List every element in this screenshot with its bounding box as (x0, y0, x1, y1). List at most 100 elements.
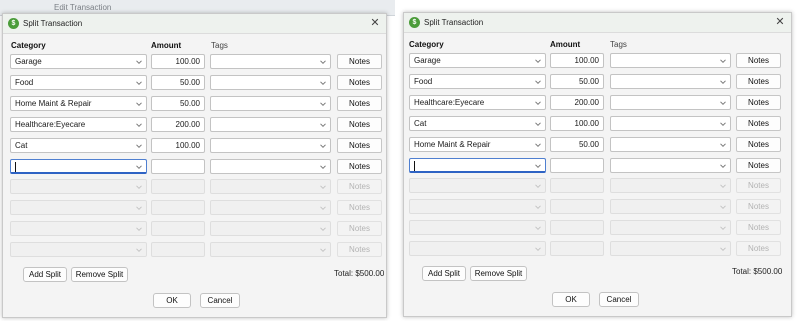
tags-dropdown[interactable] (210, 117, 331, 132)
amount-field[interactable]: 50.00 (550, 137, 604, 152)
tags-dropdown[interactable] (610, 53, 731, 68)
amount-value: 100.00 (175, 141, 200, 150)
remove-split-button[interactable]: Remove Split (470, 266, 527, 281)
background-window-title: Edit Transaction (54, 3, 112, 12)
tags-dropdown[interactable] (210, 159, 331, 174)
notes-button[interactable]: Notes (337, 96, 382, 111)
cancel-button[interactable]: Cancel (599, 292, 639, 307)
remove-split-button[interactable]: Remove Split (71, 267, 128, 282)
tags-dropdown[interactable] (210, 54, 331, 69)
category-value: Healthcare:Eyecare (414, 98, 485, 107)
split-row: Cat 100.00 Notes (404, 116, 791, 132)
category-header: Category (11, 41, 46, 50)
tags-dropdown[interactable] (610, 95, 731, 110)
notes-button[interactable]: Notes (337, 159, 382, 174)
category-dropdown[interactable]: Home Maint & Repair (10, 96, 147, 111)
notes-button[interactable]: Notes (736, 158, 781, 173)
chevron-down-icon (719, 224, 727, 232)
tags-dropdown[interactable] (210, 96, 331, 111)
category-dropdown[interactable] (10, 159, 147, 174)
amount-field[interactable]: 100.00 (151, 54, 205, 69)
chevron-down-icon (534, 78, 542, 86)
category-dropdown[interactable]: Garage (409, 53, 546, 68)
chevron-down-icon (135, 225, 143, 233)
amount-field[interactable]: 100.00 (550, 53, 604, 68)
tags-dropdown[interactable] (210, 75, 331, 90)
tags-header: Tags (610, 40, 627, 49)
amount-field (151, 221, 205, 236)
add-split-button[interactable]: Add Split (422, 266, 466, 281)
dialog-titlebar: $ Split Transaction ✕ (404, 13, 791, 33)
close-icon[interactable]: ✕ (774, 16, 786, 29)
notes-button[interactable]: Notes (736, 116, 781, 131)
category-dropdown[interactable]: Food (10, 75, 147, 90)
split-row: Notes (404, 220, 791, 236)
cancel-button[interactable]: Cancel (200, 293, 240, 308)
notes-button: Notes (337, 179, 382, 194)
category-dropdown[interactable]: Cat (10, 138, 147, 153)
chevron-down-icon (534, 99, 542, 107)
category-value: Food (15, 78, 34, 87)
amount-field[interactable]: 50.00 (550, 74, 604, 89)
chevron-down-icon (719, 245, 727, 253)
chevron-down-icon (135, 183, 143, 191)
notes-button[interactable]: Notes (736, 74, 781, 89)
category-value: Home Maint & Repair (15, 99, 92, 108)
close-icon[interactable]: ✕ (369, 17, 381, 30)
chevron-down-icon (319, 58, 327, 66)
amount-field[interactable]: 200.00 (550, 95, 604, 110)
notes-button[interactable]: Notes (736, 137, 781, 152)
ok-button[interactable]: OK (552, 292, 590, 307)
notes-button[interactable]: Notes (736, 95, 781, 110)
chevron-down-icon (319, 142, 327, 150)
tags-dropdown[interactable] (610, 137, 731, 152)
dialog-title: Split Transaction (23, 19, 83, 28)
split-row: Garage 100.00 Notes (404, 53, 791, 69)
amount-field (550, 178, 604, 193)
category-dropdown[interactable]: Healthcare:Eyecare (409, 95, 546, 110)
chevron-down-icon (719, 120, 727, 128)
notes-button[interactable]: Notes (337, 117, 382, 132)
tags-dropdown[interactable] (610, 158, 731, 173)
app-logo-icon: $ (409, 17, 420, 28)
chevron-down-icon (135, 121, 143, 129)
amount-field[interactable]: 200.00 (151, 117, 205, 132)
amount-field[interactable]: 100.00 (151, 138, 205, 153)
tags-dropdown[interactable] (210, 138, 331, 153)
chevron-down-icon (319, 100, 327, 108)
category-dropdown (10, 242, 147, 257)
amount-field[interactable]: 50.00 (151, 75, 205, 90)
category-dropdown[interactable]: Healthcare:Eyecare (10, 117, 147, 132)
notes-button[interactable]: Notes (736, 53, 781, 68)
chevron-down-icon (319, 225, 327, 233)
category-dropdown (10, 221, 147, 236)
app-logo-icon: $ (8, 18, 19, 29)
split-row: Food 50.00 Notes (3, 75, 386, 91)
category-dropdown[interactable]: Food (409, 74, 546, 89)
amount-field[interactable] (151, 159, 205, 174)
category-dropdown[interactable]: Cat (409, 116, 546, 131)
amount-field (151, 179, 205, 194)
category-dropdown[interactable] (409, 158, 546, 173)
category-dropdown[interactable]: Garage (10, 54, 147, 69)
amount-field[interactable]: 50.00 (151, 96, 205, 111)
add-split-button[interactable]: Add Split (23, 267, 67, 282)
tags-dropdown[interactable] (610, 116, 731, 131)
category-dropdown[interactable]: Home Maint & Repair (409, 137, 546, 152)
split-row: Home Maint & Repair 50.00 Notes (3, 96, 386, 112)
amount-field[interactable] (550, 158, 604, 173)
split-row: Healthcare:Eyecare 200.00 Notes (404, 95, 791, 111)
notes-button[interactable]: Notes (337, 54, 382, 69)
amount-field (550, 220, 604, 235)
tags-dropdown[interactable] (610, 74, 731, 89)
total-amount: Total: $500.00 (334, 269, 385, 278)
chevron-down-icon (319, 183, 327, 191)
total-amount: Total: $500.00 (732, 267, 783, 276)
chevron-down-icon (534, 224, 542, 232)
notes-button[interactable]: Notes (337, 75, 382, 90)
chevron-down-icon (534, 182, 542, 190)
amount-field[interactable]: 100.00 (550, 116, 604, 131)
text-cursor (414, 161, 415, 171)
ok-button[interactable]: OK (153, 293, 191, 308)
notes-button[interactable]: Notes (337, 138, 382, 153)
